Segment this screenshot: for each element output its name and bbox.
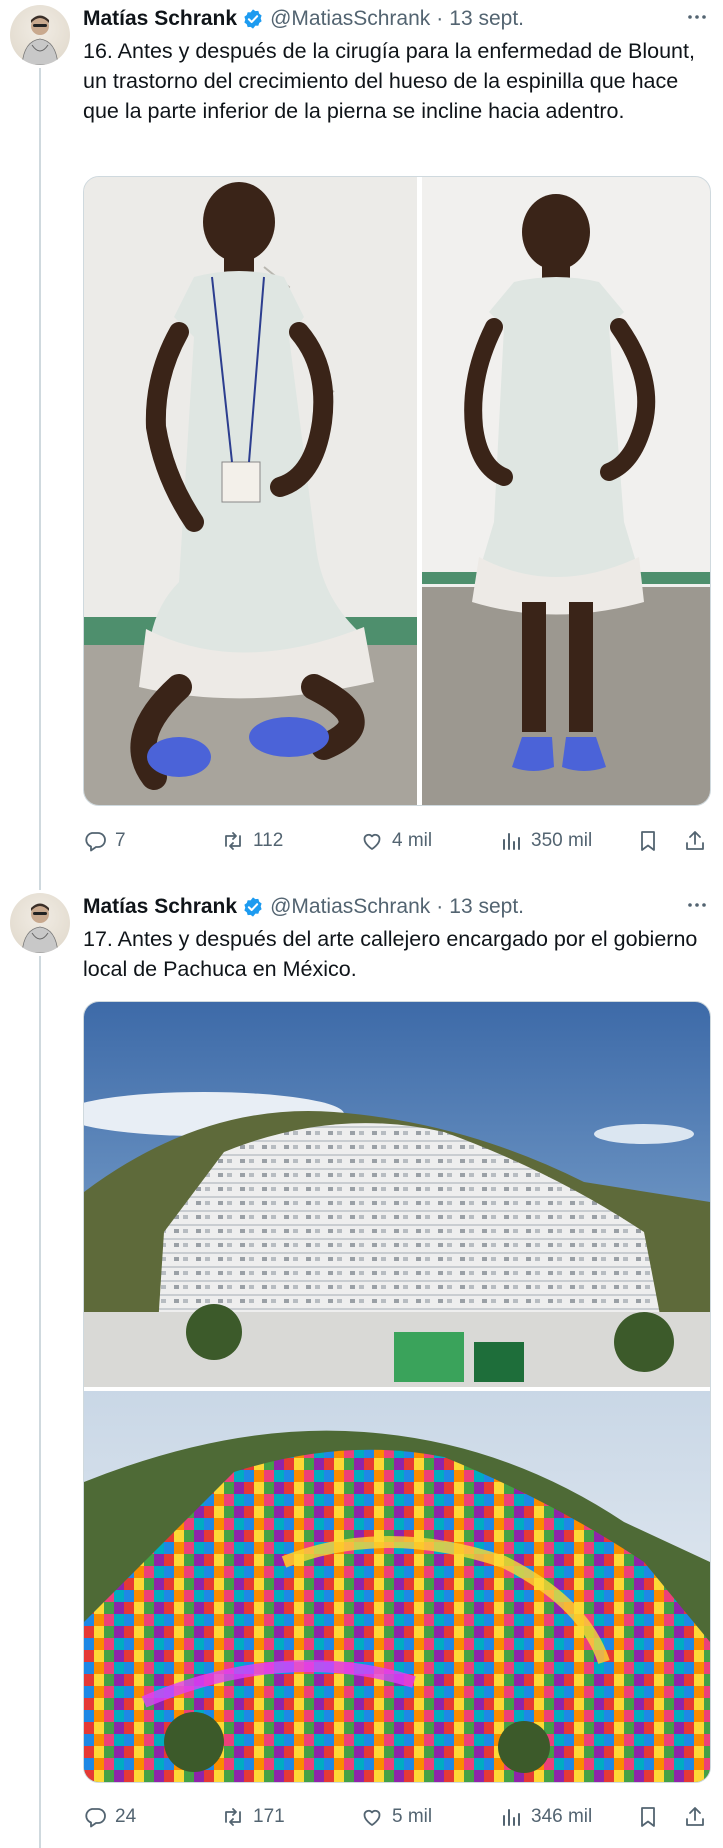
verified-badge-icon [244,9,262,29]
tweet-text: 16. Antes y después de la cirugía para l… [83,39,695,123]
avatar[interactable] [10,5,70,65]
tweet-media[interactable] [83,1001,711,1783]
share-icon [686,831,704,850]
views-chart-icon [503,833,520,850]
reply-count: 24 [115,1806,137,1827]
more-horizontal-icon[interactable] [683,2,711,32]
tweet-date[interactable]: 13 sept. [449,895,524,919]
author-name[interactable]: Matías Schrank [83,895,237,919]
reply-icon [85,1808,106,1828]
reply-button[interactable]: 24 [83,1802,136,1832]
reply-button[interactable]: 7 [83,826,126,856]
avatar[interactable] [10,893,70,953]
before-after-photo [84,177,710,805]
reply-count: 7 [115,830,126,851]
author-handle[interactable]: @MatiasSchrank [270,895,430,919]
tweet-actions: 24 171 5 mil 346 mil [83,1802,711,1832]
retweet-count: 112 [253,830,284,851]
retweet-button[interactable]: 112 [221,826,283,856]
tweet[interactable]: Matías Schrank @MatiasSchrank · 13 sept.… [0,0,723,890]
tweet-media[interactable] [83,176,711,806]
tweet-text: 17. Antes y después del arte callejero e… [83,927,698,981]
author-handle[interactable]: @MatiasSchrank [270,7,430,31]
bookmark-icon [641,1807,655,1827]
share-icon [686,1807,704,1826]
like-button[interactable]: 4 mil [360,826,432,856]
like-button[interactable]: 5 mil [360,1802,432,1832]
separator-dot: · [436,7,444,30]
retweet-count: 171 [253,1806,285,1827]
like-count: 4 mil [392,830,433,851]
share-button[interactable] [683,826,707,856]
tweet[interactable]: Matías Schrank @MatiasSchrank · 13 sept.… [0,888,723,1848]
heart-icon [363,1809,381,1826]
author-name[interactable]: Matías Schrank [83,7,237,31]
views-count: 350 mil [531,830,593,851]
heart-icon [363,833,381,850]
retweet-button[interactable]: 171 [221,1802,285,1832]
bookmark-icon [641,831,655,851]
retweet-icon [225,1808,241,1826]
bookmark-button[interactable] [636,1802,660,1832]
share-button[interactable] [683,1802,707,1832]
before-after-photo [84,1002,710,1782]
more-horizontal-icon[interactable] [683,890,711,920]
views-button[interactable]: 346 mil [499,1802,592,1832]
tweet-date[interactable]: 13 sept. [449,7,524,31]
tweet-actions: 7 112 4 mil 350 mil [83,826,711,856]
separator-dot: · [436,895,444,918]
like-count: 5 mil [392,1806,433,1827]
views-chart-icon [503,1809,520,1826]
bookmark-button[interactable] [636,826,660,856]
verified-badge-icon [244,897,262,917]
reply-icon [85,832,106,852]
views-count: 346 mil [531,1806,593,1827]
views-button[interactable]: 350 mil [499,826,592,856]
retweet-icon [225,832,241,850]
